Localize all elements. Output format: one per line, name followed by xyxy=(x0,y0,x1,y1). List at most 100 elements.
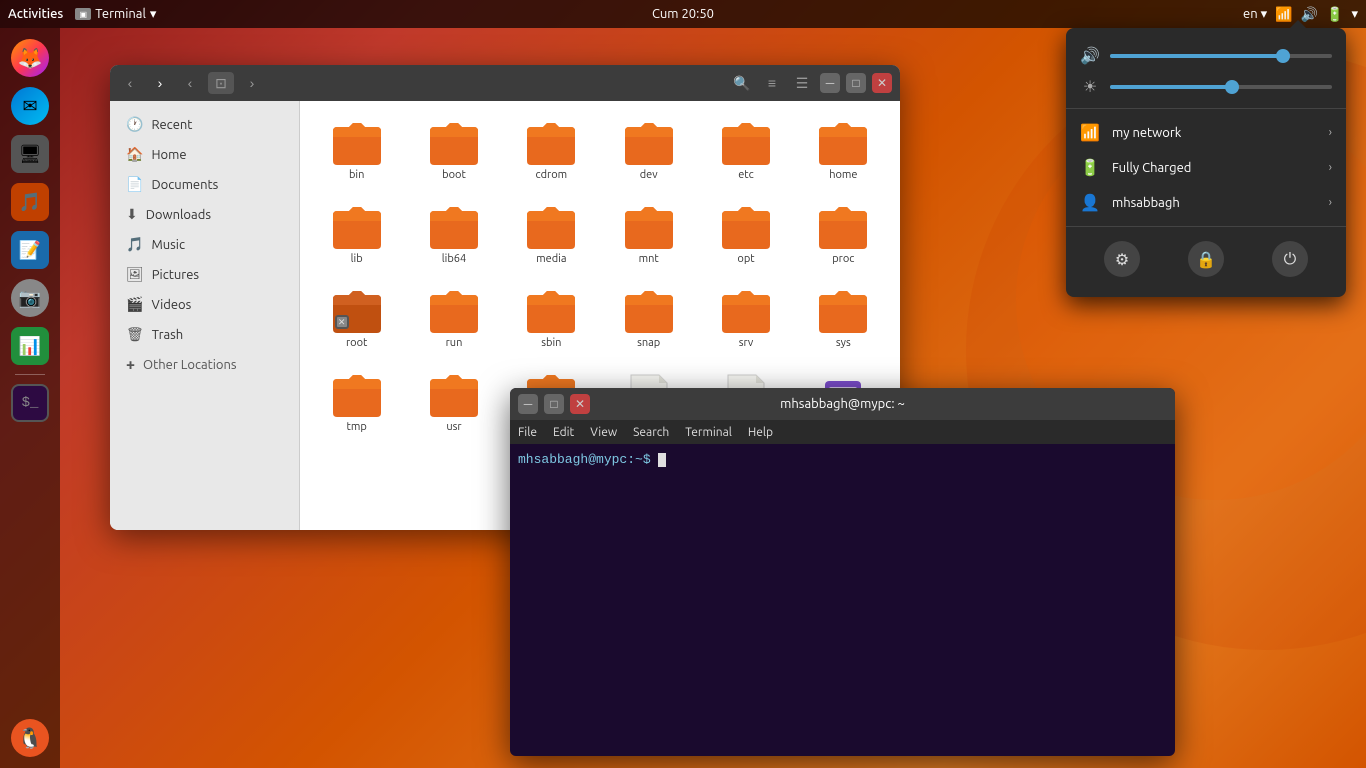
folder-item-cdrom[interactable]: cdrom xyxy=(507,113,596,189)
fm-maximize-button[interactable]: □ xyxy=(846,73,866,93)
fm-search-button[interactable]: 🔍 xyxy=(730,71,754,95)
sidebar-item-trash[interactable]: 🗑 Trash xyxy=(114,320,295,349)
folder-item-tmp[interactable]: tmp xyxy=(312,365,401,441)
sidebar-item-documents[interactable]: 📄 Documents xyxy=(114,170,295,199)
term-menu-help[interactable]: Help xyxy=(748,426,773,439)
sidebar-item-recent[interactable]: 🕐 Recent xyxy=(114,110,295,139)
term-menu-file[interactable]: File xyxy=(518,426,537,439)
recent-icon: 🕐 xyxy=(126,116,143,133)
sidebar-item-home[interactable]: 🏠 Home xyxy=(114,140,295,169)
sidebar-item-videos[interactable]: 🎬 Videos xyxy=(114,290,295,319)
volume-slider[interactable] xyxy=(1110,54,1332,58)
folder-item-root[interactable]: ✕ root xyxy=(312,281,401,357)
folder-item-lib64[interactable]: lib64 xyxy=(409,197,498,273)
fm-titlebar-right: 🔍 ≡ ☰ ─ □ ✕ xyxy=(730,71,892,95)
sidebar-item-downloads[interactable]: ⬇ Downloads xyxy=(114,200,295,229)
sys-menu-divider-2 xyxy=(1066,226,1346,227)
folder-item-opt[interactable]: opt xyxy=(701,197,790,273)
battery-icon[interactable]: 🔋 xyxy=(1326,6,1343,23)
sidebar-label-other-locations: Other Locations xyxy=(143,358,237,372)
system-menu-popup: 🔊 ☀ 📶 my network › 🔋 Fully Charged › 👤 m… xyxy=(1066,28,1346,297)
term-menu-terminal[interactable]: Terminal xyxy=(685,426,732,439)
term-body[interactable]: mhsabbagh@mypc:~$ xyxy=(510,444,1175,756)
dock-item-display[interactable]: 🖥 xyxy=(8,132,52,176)
terminal-dropdown-icon: ▾ xyxy=(150,7,157,22)
folder-item-proc[interactable]: proc xyxy=(799,197,888,273)
terminal-indicator[interactable]: ▣ Terminal ▾ xyxy=(75,7,156,22)
terminal-icon: ▣ xyxy=(75,8,91,20)
folder-item-home[interactable]: home xyxy=(799,113,888,189)
term-prompt: mhsabbagh@mypc:~$ xyxy=(518,452,651,467)
network-label: my network xyxy=(1112,126,1317,140)
topbar-left: Activities ▣ Terminal ▾ xyxy=(8,7,156,22)
term-menu-view[interactable]: View xyxy=(590,426,617,439)
user-label: mhsabbagh xyxy=(1112,196,1317,210)
fm-forward-button[interactable]: › xyxy=(148,71,172,95)
dock-item-firefox[interactable]: 🦊 xyxy=(8,36,52,80)
folder-name-root: root xyxy=(346,337,367,349)
folder-item-mnt[interactable]: mnt xyxy=(604,197,693,273)
folder-item-lib[interactable]: lib xyxy=(312,197,401,273)
fm-places-button[interactable]: ⊡ xyxy=(208,72,234,94)
brightness-slider[interactable] xyxy=(1110,85,1332,89)
fm-titlebar: ‹ › ‹ ⊡ › 🔍 ≡ ☰ ─ □ ✕ xyxy=(110,65,900,101)
fm-close-button[interactable]: ✕ xyxy=(872,73,892,93)
user-arrow-icon: › xyxy=(1329,196,1332,209)
term-minimize-button[interactable]: ─ xyxy=(518,394,538,414)
folder-item-dev[interactable]: dev xyxy=(604,113,693,189)
settings-action-button[interactable]: ⚙ xyxy=(1104,241,1140,277)
term-cursor xyxy=(658,453,666,467)
dock-item-rhythmbox[interactable]: 🎵 xyxy=(8,180,52,224)
lock-action-button[interactable]: 🔒 xyxy=(1188,241,1224,277)
brightness-slider-icon: ☀ xyxy=(1080,77,1100,96)
folder-item-usr[interactable]: usr xyxy=(409,365,498,441)
power-action-button[interactable]: ⏻ xyxy=(1272,241,1308,277)
sys-menu-user[interactable]: 👤 mhsabbagh › xyxy=(1066,185,1346,220)
volume-slider-thumb[interactable] xyxy=(1276,49,1290,63)
term-menu-edit[interactable]: Edit xyxy=(553,426,574,439)
folder-item-bin[interactable]: bin xyxy=(312,113,401,189)
dock-item-shotwell[interactable]: 📷 xyxy=(8,276,52,320)
dock-item-thunderbird[interactable]: ✉ xyxy=(8,84,52,128)
dock-bottom: 🐧 xyxy=(8,716,52,760)
sys-menu-battery[interactable]: 🔋 Fully Charged › xyxy=(1066,150,1346,185)
term-menu-search[interactable]: Search xyxy=(633,426,669,439)
sidebar-item-music[interactable]: 🎵 Music xyxy=(114,230,295,259)
lang-indicator[interactable]: en ▾ xyxy=(1243,7,1267,22)
sidebar-item-other-locations[interactable]: + Other Locations xyxy=(114,350,295,380)
dock-item-writer[interactable]: 📝 xyxy=(8,228,52,272)
terminal-window: ─ □ ✕ mhsabbagh@mypc: ~ File Edit View S… xyxy=(510,388,1175,756)
folder-item-boot[interactable]: boot xyxy=(409,113,498,189)
dock-item-libreoffice[interactable]: 📊 xyxy=(8,324,52,368)
sys-menu-caret xyxy=(1290,20,1306,28)
folder-item-snap[interactable]: snap xyxy=(604,281,693,357)
folder-item-etc[interactable]: etc xyxy=(701,113,790,189)
brightness-slider-thumb[interactable] xyxy=(1225,80,1239,94)
fm-list-view-button[interactable]: ≡ xyxy=(760,71,784,95)
activities-button[interactable]: Activities xyxy=(8,7,63,21)
sidebar-item-pictures[interactable]: 🖼 Pictures xyxy=(114,260,295,289)
folder-item-srv[interactable]: srv xyxy=(701,281,790,357)
dock-item-terminal[interactable]: $_ xyxy=(8,381,52,425)
add-location-icon: + xyxy=(126,356,135,374)
fm-history-forward-button[interactable]: › xyxy=(240,71,264,95)
term-maximize-button[interactable]: □ xyxy=(544,394,564,414)
folder-item-sys[interactable]: sys xyxy=(799,281,888,357)
dock-ubuntu-logo[interactable]: 🐧 xyxy=(8,716,52,760)
volume-slider-fill xyxy=(1110,54,1283,58)
fm-back-button[interactable]: ‹ xyxy=(118,71,142,95)
sidebar-label-recent: Recent xyxy=(151,118,192,132)
folder-item-media[interactable]: media xyxy=(507,197,596,273)
folder-item-run[interactable]: run xyxy=(409,281,498,357)
fm-menu-button[interactable]: ☰ xyxy=(790,71,814,95)
term-close-button[interactable]: ✕ xyxy=(570,394,590,414)
fm-history-back-button[interactable]: ‹ xyxy=(178,71,202,95)
topbar-clock[interactable]: Cum 20:50 xyxy=(652,7,714,21)
topbar: Activities ▣ Terminal ▾ Cum 20:50 en ▾ 📶… xyxy=(0,0,1366,28)
sys-menu-network[interactable]: 📶 my network › xyxy=(1066,115,1346,150)
folder-name-srv: srv xyxy=(739,337,754,349)
term-window-controls: ─ □ ✕ xyxy=(518,394,590,414)
folder-item-sbin[interactable]: sbin xyxy=(507,281,596,357)
fm-minimize-button[interactable]: ─ xyxy=(820,73,840,93)
dock-separator xyxy=(15,374,45,375)
